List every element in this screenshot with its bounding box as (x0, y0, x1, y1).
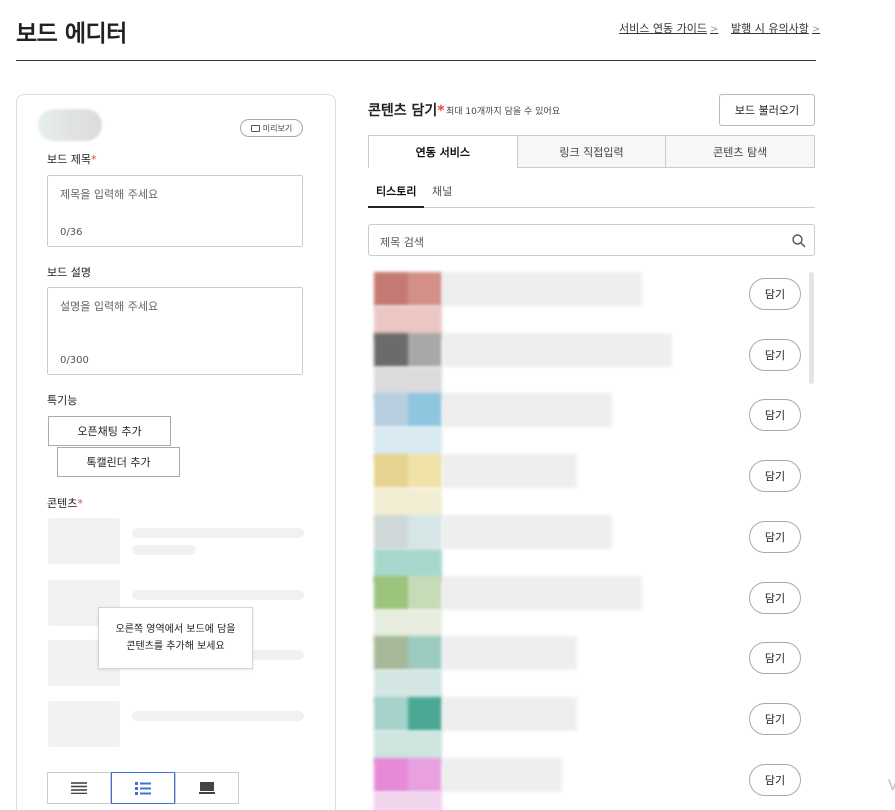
board-title-label: 보드 제목* (47, 153, 97, 166)
content-thumbnail (374, 454, 442, 488)
content-title-blur (442, 272, 642, 306)
monitor-icon (250, 124, 260, 132)
publish-notice-link[interactable]: 발행 시 유의사항 > (731, 20, 820, 36)
content-thumbnail (374, 333, 442, 367)
content-placeholder-line (132, 590, 304, 600)
content-title-blur (442, 393, 612, 427)
tab-linked-service[interactable]: 연동 서비스 (368, 135, 518, 168)
search-icon (792, 234, 806, 248)
add-content-button[interactable]: 담기 (749, 703, 801, 735)
add-content-button[interactable]: 담기 (749, 278, 801, 310)
card-icon (199, 782, 215, 794)
add-openchat-button[interactable]: 오픈채팅 추가 (48, 416, 171, 446)
add-content-button[interactable]: 담기 (749, 764, 801, 796)
content-placeholder-line (132, 545, 196, 555)
content-thumbnail (374, 697, 442, 731)
chevron-right-icon: > (811, 24, 821, 35)
add-content-button[interactable]: 담기 (749, 399, 801, 431)
content-placeholder-line (132, 528, 304, 538)
content-placeholder-thumb (48, 701, 120, 747)
board-title-input[interactable]: 제목을 입력해 주세요 0/36 (47, 175, 303, 247)
picker-tabs: 연동 서비스 링크 직접입력 콘텐츠 탐색 (368, 135, 816, 168)
list-compact-icon (71, 782, 87, 794)
load-board-button[interactable]: 보드 불러오기 (719, 94, 815, 126)
subtab-tistory[interactable]: 티스토리 (367, 183, 426, 208)
content-thumbnail (374, 636, 442, 670)
add-content-button[interactable]: 담기 (749, 339, 801, 371)
content-thumbnail (374, 515, 442, 549)
content-title-blur (442, 636, 577, 670)
content-thumbnail (374, 272, 442, 306)
board-title-placeholder: 제목을 입력해 주세요 (60, 188, 159, 201)
contents-picker-title: 콘텐츠 담기* (368, 103, 445, 119)
contents-label: 콘텐츠* (47, 497, 83, 510)
add-talkcalendar-button[interactable]: 톡캘린더 추가 (57, 447, 180, 477)
service-guide-link[interactable]: 서비스 연동 가이드 > (619, 20, 718, 36)
add-content-button[interactable]: 담기 (749, 642, 801, 674)
board-desc-placeholder: 설명을 입력해 주세요 (60, 300, 159, 313)
content-title-blur (442, 576, 642, 610)
view-card-button[interactable] (175, 772, 239, 804)
search-placeholder: 제목 검색 (380, 236, 424, 249)
edge-fragment: V (888, 778, 895, 794)
content-thumbnail (374, 758, 442, 792)
content-thumbnail-lower (374, 792, 442, 810)
tab-direct-link[interactable]: 링크 직접입력 (517, 135, 667, 168)
list-scrollbar[interactable] (809, 272, 814, 384)
contents-tooltip: 오른쪽 영역에서 보드에 담을 콘텐츠를 추가해 보세요 (98, 607, 253, 669)
view-detail-button[interactable] (111, 772, 175, 804)
subtab-channel[interactable]: 채널 (432, 183, 452, 199)
add-content-button[interactable]: 담기 (749, 582, 801, 614)
content-thumbnail (374, 393, 442, 427)
add-content-button[interactable]: 담기 (749, 460, 801, 492)
list-detail-icon (135, 781, 151, 795)
content-title-blur (442, 454, 577, 488)
board-desc-input[interactable]: 설명을 입력해 주세요 0/300 (47, 287, 303, 375)
content-title-blur (442, 758, 562, 792)
board-desc-label: 보드 설명 (47, 266, 91, 279)
board-thumbnail[interactable] (38, 109, 102, 141)
add-content-button[interactable]: 담기 (749, 521, 801, 553)
contents-limit-note: 최대 10개까지 담을 수 있어요 (446, 107, 560, 117)
preview-button[interactable]: 미리보기 (240, 119, 303, 137)
service-subtabs: 티스토리 채널 (367, 180, 815, 208)
content-thumbnail (374, 576, 442, 610)
title-search-input[interactable]: 제목 검색 (368, 224, 815, 256)
content-title-blur (442, 515, 612, 549)
content-placeholder-thumb (48, 518, 120, 564)
board-title-counter: 0/36 (60, 227, 83, 238)
content-title-blur (442, 697, 577, 731)
content-placeholder-line (132, 711, 304, 721)
page-title: 보드 에디터 (16, 21, 127, 47)
chevron-right-icon: > (709, 24, 719, 35)
content-title-blur (442, 333, 672, 367)
special-label: 특기능 (47, 394, 78, 407)
tab-explore-content[interactable]: 콘텐츠 탐색 (666, 135, 816, 168)
view-compact-button[interactable] (47, 772, 111, 804)
header-divider (16, 60, 816, 61)
board-desc-counter: 0/300 (60, 355, 89, 366)
